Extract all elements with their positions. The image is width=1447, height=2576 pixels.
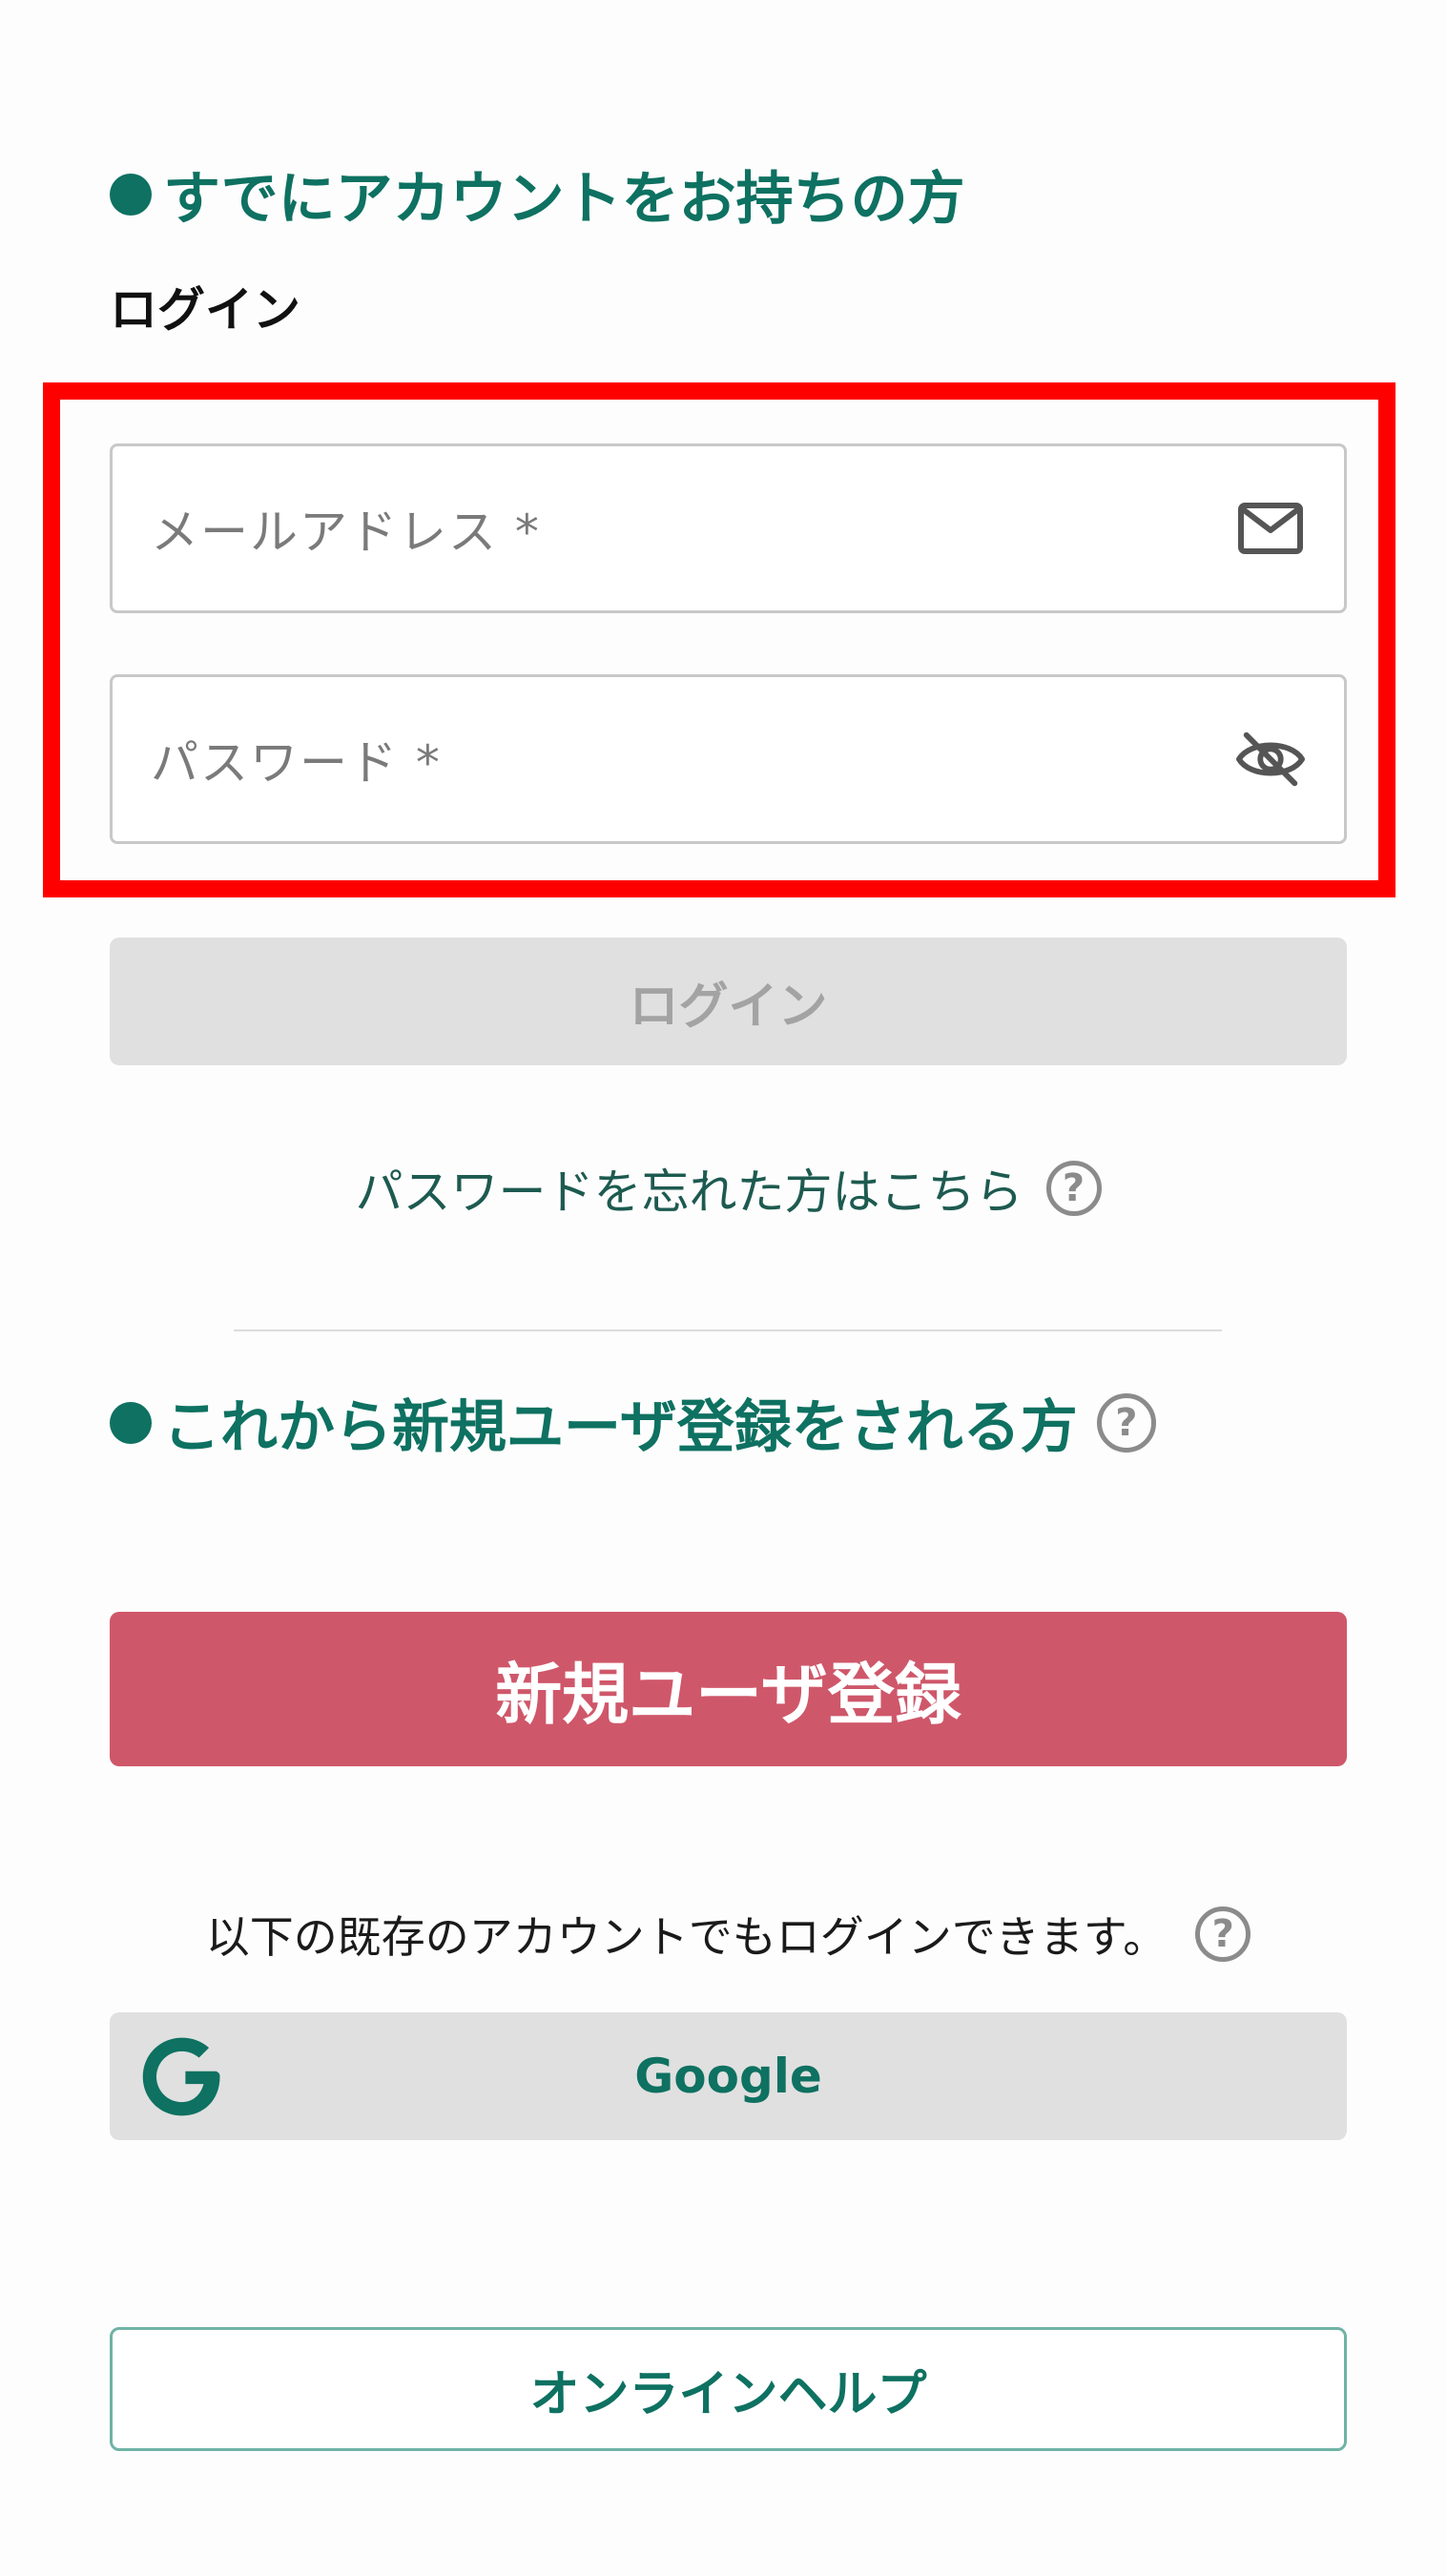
highlight-box — [43, 382, 1395, 897]
question-circle-icon[interactable]: ? — [1195, 1906, 1251, 1962]
google-g-icon — [138, 2031, 229, 2122]
external-login-note: 以下の既存のアカウントでもログインできます。 ? — [110, 1903, 1347, 1966]
login-button[interactable]: ログイン — [110, 938, 1347, 1065]
existing-account-heading-text: すでにアカウントをお持ちの方 — [163, 166, 965, 233]
new-user-heading: これから新規ユーザ登録をされる方 ? — [110, 1381, 1156, 1464]
forgot-password-link[interactable]: パスワードを忘れた方はこちら ? — [110, 1154, 1347, 1223]
login-title: ログイン — [110, 282, 300, 338]
google-button-label: Google — [634, 2049, 822, 2104]
question-circle-icon[interactable]: ? — [1045, 1161, 1102, 1216]
external-login-text: 以下の既存のアカウントでもログインできます。 — [205, 1911, 1168, 1963]
bullet-dot-icon — [110, 173, 152, 216]
google-login-button[interactable]: Google — [110, 2012, 1347, 2140]
forgot-password-text[interactable]: パスワードを忘れた方はこちら — [356, 1154, 1023, 1223]
register-button[interactable]: 新規ユーザ登録 — [110, 1612, 1347, 1766]
new-user-heading-text: これから新規ユーザ登録をされる方 — [163, 1394, 1078, 1461]
section-divider — [234, 1329, 1222, 1331]
question-circle-icon[interactable]: ? — [1096, 1392, 1156, 1453]
existing-account-heading: すでにアカウントをお持ちの方 — [110, 153, 965, 236]
bullet-dot-icon — [110, 1401, 152, 1444]
online-help-button[interactable]: オンラインヘルプ — [110, 2327, 1347, 2451]
